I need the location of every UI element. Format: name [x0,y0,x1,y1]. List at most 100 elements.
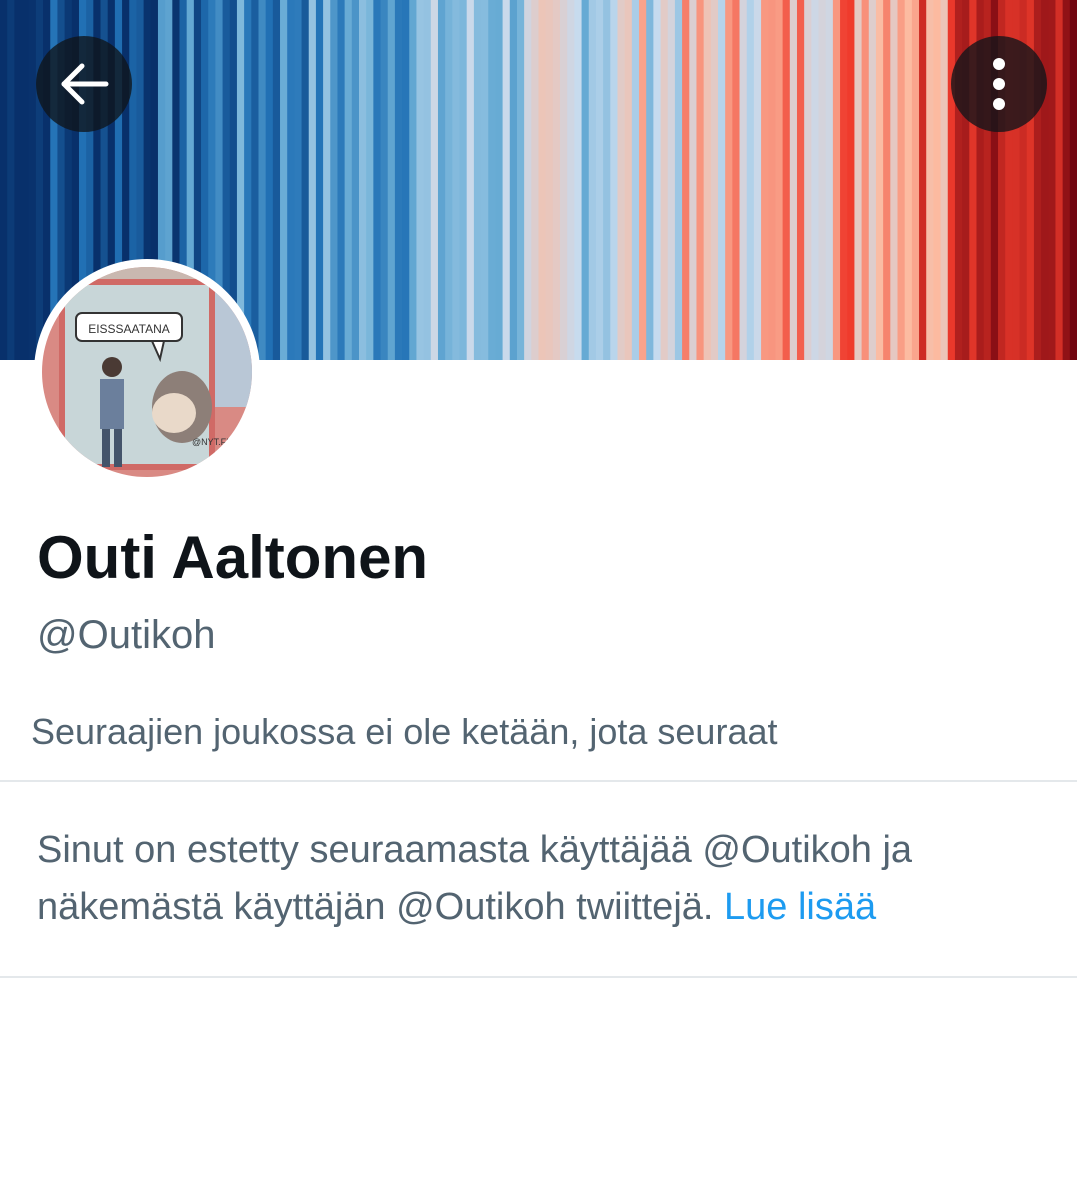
banner-stripe [459,0,468,360]
banner-stripe [775,0,784,360]
banner-stripe [811,0,820,360]
banner-stripe [897,0,906,360]
banner-stripe [294,0,303,360]
banner-stripe [287,0,295,360]
banner-stripe [28,0,37,360]
banner-stripe [14,0,23,360]
banner-stripe [380,0,389,360]
banner-stripe [337,0,346,360]
banner-stripe [667,0,676,360]
banner-stripe [911,0,920,360]
banner-stripe [940,0,949,360]
divider [0,976,1077,978]
banner-stripe [387,0,396,360]
banner-stripe [502,0,511,360]
banner-stripe [416,0,425,360]
banner-stripe [804,0,812,360]
banner-stripe [244,0,252,360]
banner-stripe [574,0,583,360]
banner-stripe [919,0,927,360]
banner-stripe [280,0,288,360]
banner-stripe [516,0,525,360]
banner-stripe [351,0,360,360]
banner-stripe [445,0,453,360]
banner-stripe [718,0,726,360]
banner-stripe [437,0,446,360]
banner-stripe [926,0,934,360]
banner-stripe [840,0,848,360]
banner-stripe [739,0,748,360]
banner-stripe [531,0,540,360]
banner-stripe [452,0,461,360]
arrow-left-icon [61,63,109,105]
banner-stripe [366,0,374,360]
more-options-button[interactable] [951,36,1047,132]
banner-stripe [423,0,432,360]
banner-stripe [315,0,324,360]
banner-stripe [1041,0,1049,360]
banner-stripe [653,0,662,360]
back-button[interactable] [36,36,132,132]
banner-stripe [796,0,805,360]
banner-stripe [330,0,339,360]
blocked-notice: Sinut on estetty seuraamasta käyttäjää @… [37,822,1057,936]
banner-stripe [868,0,877,360]
banner-stripe [696,0,705,360]
banner-stripe [674,0,683,360]
banner-stripe [732,0,741,360]
banner-stripe [581,0,590,360]
banner-stripe [7,0,15,360]
banner-stripe [323,0,331,360]
divider [0,780,1077,782]
banner-stripe [825,0,834,360]
banner-stripe [617,0,626,360]
banner-stripe [832,0,841,360]
avatar[interactable]: EISSSAATANA @NYT.FI [42,267,252,477]
banner-stripe [473,0,482,360]
banner-stripe [847,0,856,360]
banner-stripe [646,0,654,360]
banner-stripe [710,0,719,360]
followers-you-know-note[interactable]: Seuraajien joukossa ei ole ketään, jota … [31,708,778,756]
banner-stripe [35,0,44,360]
more-vertical-icon [993,58,1005,110]
banner-stripe [682,0,690,360]
banner-stripe [552,0,561,360]
banner-stripe [933,0,942,360]
banner-stripe [481,0,489,360]
banner-stripe [660,0,669,360]
avatar-speech-text: EISSSAATANA [88,322,170,336]
banner-stripe [631,0,640,360]
banner-stripe [639,0,647,360]
banner-stripe [746,0,755,360]
banner-stripe [1055,0,1064,360]
banner-stripe [308,0,317,360]
banner-stripe [947,0,956,360]
banner-stripe [524,0,532,360]
banner-stripe [466,0,475,360]
banner-stripe [1048,0,1057,360]
banner-stripe [725,0,733,360]
banner-stripe [904,0,913,360]
banner-stripe [789,0,798,360]
learn-more-link[interactable]: Lue lisää [724,886,876,928]
banner-stripe [1069,0,1077,360]
banner-stripe [509,0,518,360]
banner-stripe [538,0,547,360]
banner-stripe [753,0,762,360]
banner-stripe [488,0,497,360]
banner-stripe [1062,0,1071,360]
banner-stripe [610,0,619,360]
banner-stripe [624,0,633,360]
banner-stripe [394,0,403,360]
banner-stripe [495,0,504,360]
banner-stripe [373,0,382,360]
banner-stripe [272,0,281,360]
banner-stripe [567,0,575,360]
banner-stripe [251,0,260,360]
banner-stripe [875,0,884,360]
banner-stripe [301,0,310,360]
banner-stripe [0,0,8,360]
display-name: Outi Aaltonen [37,524,429,591]
avatar-image: EISSSAATANA @NYT.FI [42,267,252,477]
